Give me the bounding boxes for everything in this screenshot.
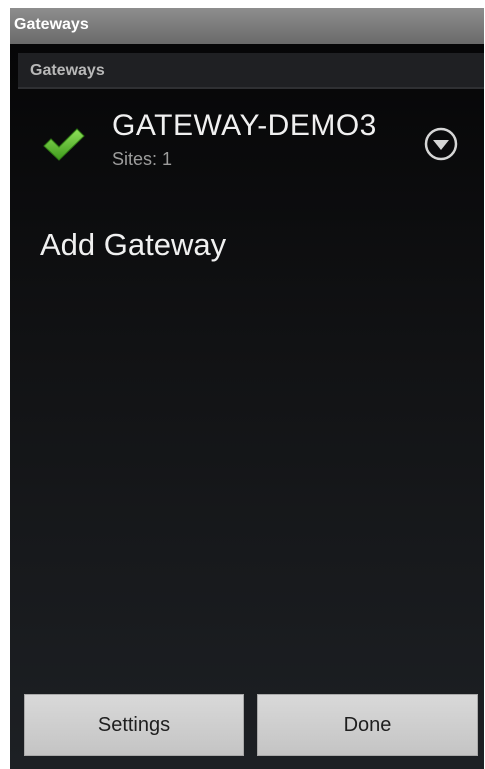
app-content: Gateways GATEWAY-DEMO3 Sites: 1 Add Gate… bbox=[10, 44, 484, 769]
add-gateway-button[interactable]: Add Gateway bbox=[40, 227, 226, 263]
gateway-name: GATEWAY-DEMO3 bbox=[112, 109, 377, 142]
gateway-sites-count: Sites: 1 bbox=[112, 149, 173, 169]
title-bar: Gateways bbox=[10, 8, 484, 44]
settings-button[interactable]: Settings bbox=[24, 694, 244, 756]
chevron-down-circle-icon[interactable] bbox=[422, 125, 460, 163]
section-header-label: Gateways bbox=[30, 62, 105, 79]
done-button[interactable]: Done bbox=[257, 694, 478, 756]
window-title: Gateways bbox=[14, 16, 89, 33]
gateway-list-item[interactable]: GATEWAY-DEMO3 Sites: 1 bbox=[10, 99, 484, 184]
checkmark-icon bbox=[43, 128, 85, 161]
section-header: Gateways bbox=[18, 53, 484, 89]
screen: Gateways Gateways GATEWAY-DEMO3 Sites: 1 bbox=[0, 0, 485, 769]
